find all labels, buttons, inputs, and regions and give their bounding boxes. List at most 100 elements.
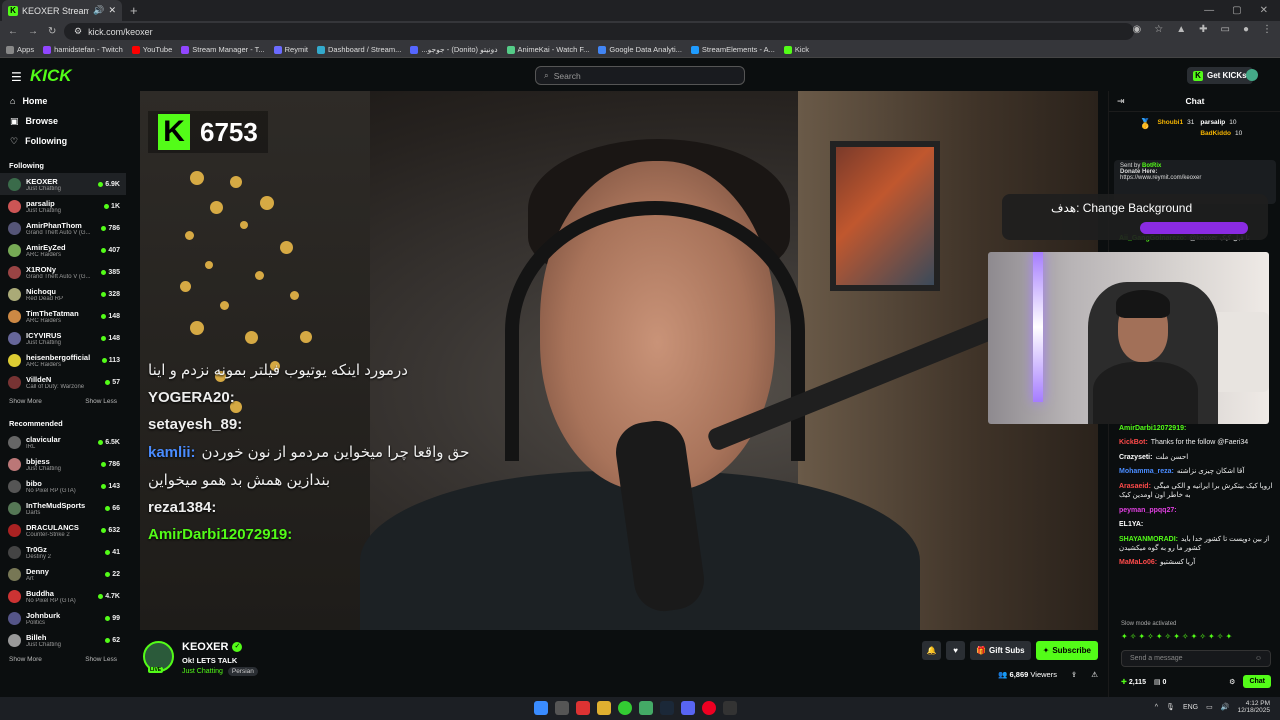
browser-tab[interactable]: K KEOXER Stream - Watch Li 🔊 ✕: [2, 0, 122, 21]
subs-count[interactable]: ▤ 0: [1154, 678, 1166, 686]
chat-username[interactable]: KickBot:: [1119, 439, 1148, 446]
chat-message[interactable]: peyman_ppqq27:: [1119, 506, 1277, 515]
chat-username[interactable]: Crazyseti:: [1119, 454, 1152, 461]
discord-icon[interactable]: [681, 701, 695, 715]
show-less-recommended[interactable]: Show Less: [85, 656, 117, 663]
show-more-following[interactable]: Show More: [9, 398, 42, 405]
channel-item[interactable]: parsalip Just Chatting 1K: [0, 195, 126, 217]
file-explorer-icon[interactable]: [597, 701, 611, 715]
stream-category[interactable]: Just Chatting: [182, 668, 223, 675]
collapse-chat-icon[interactable]: ⇥: [1117, 96, 1125, 107]
kick-logo[interactable]: KICK: [30, 66, 72, 86]
emoji-icon[interactable]: ☺: [1255, 655, 1262, 662]
language-tag[interactable]: Persian: [227, 667, 258, 676]
channel-item[interactable]: Tr0Gz Destiny 2 41: [0, 541, 126, 563]
maximize-icon[interactable]: ▢: [1232, 5, 1241, 16]
chat-username[interactable]: AmirDarbi12072919:: [1119, 425, 1186, 432]
chat-message[interactable]: Crazyseti: احسن ملت: [1119, 453, 1277, 462]
channel-item[interactable]: VilldeN Call of Duty: Warzone 57: [0, 371, 126, 393]
channel-item[interactable]: bbjess Just Chatting 786: [0, 453, 126, 475]
extension-icon[interactable]: ▲: [1176, 24, 1186, 35]
mic-tray-icon[interactable]: 🎙: [1166, 703, 1175, 711]
pen-icon[interactable]: [723, 701, 737, 715]
chat-username[interactable]: SHAYANMORADI:: [1119, 536, 1178, 543]
follow-heart-icon[interactable]: ♥: [946, 641, 966, 660]
tray-arrow-icon[interactable]: ^: [1155, 704, 1158, 711]
channel-item[interactable]: Nichoqu Red Dead RP 328: [0, 283, 126, 305]
bookmark-item[interactable]: StreamElements - A...: [690, 45, 775, 54]
emote-row[interactable]: ✦✧✦✧✦✧✦✧✦✧✦✧✦: [1121, 632, 1234, 641]
minimize-icon[interactable]: —: [1204, 5, 1214, 16]
speaker-icon[interactable]: 🔊: [93, 5, 104, 16]
nav-home[interactable]: ⌂ Home: [0, 91, 126, 111]
chat-message[interactable]: SHAYANMORADI: از بین دوپست تا کشور خدا با…: [1119, 535, 1277, 554]
show-more-recommended[interactable]: Show More: [9, 656, 42, 663]
bookmark-item[interactable]: YouTube: [131, 45, 172, 54]
notification-bell-icon[interactable]: 🔔: [922, 641, 942, 660]
bookmark-item[interactable]: Kick: [783, 45, 809, 54]
chat-message[interactable]: AmirDarbi12072919:: [1119, 424, 1277, 433]
close-tab-icon[interactable]: ✕: [108, 5, 116, 16]
chat-username[interactable]: Arasaeid:: [1119, 483, 1151, 490]
media-player-icon[interactable]: [702, 701, 716, 715]
subscribe-button[interactable]: ✦ Subscribe: [1035, 641, 1098, 660]
channel-item[interactable]: AmirEyZed ARC Raiders 407: [0, 239, 126, 261]
chat-username[interactable]: MaMaLo06:: [1119, 559, 1157, 566]
channel-item[interactable]: ICYVIRUS Just Chatting 148: [0, 327, 126, 349]
gifter-item[interactable]: parsalip 10: [1200, 119, 1242, 130]
puzzle-icon[interactable]: ✚: [1199, 24, 1207, 35]
chat-message[interactable]: EL1YA:: [1119, 520, 1277, 529]
chrome-icon[interactable]: [618, 701, 632, 715]
address-bar[interactable]: ⚙ kick.com/keoxer: [64, 23, 1134, 40]
hamburger-menu-icon[interactable]: ☰: [11, 70, 22, 84]
bookmark-item[interactable]: AnimeKai - Watch F...: [506, 45, 589, 54]
channel-item[interactable]: clavicular IRL 6.5K: [0, 431, 126, 453]
channel-item[interactable]: Buddha No Pixel RP (GTA) 4.7K: [0, 585, 126, 607]
search-taskbar-icon[interactable]: [555, 701, 569, 715]
chat-message[interactable]: Arasaeid: اروپا کیک بیتکرش برا ایرانیه و …: [1119, 482, 1277, 501]
reload-icon[interactable]: ↻: [48, 26, 56, 37]
chat-username[interactable]: EL1YA:: [1119, 521, 1143, 528]
channel-item[interactable]: bibo No Pixel RP (GTA) 143: [0, 475, 126, 497]
gifter-item[interactable]: BadKiddo 10: [1200, 130, 1242, 141]
chat-input[interactable]: Send a message ☺: [1121, 650, 1271, 667]
menu-dots-icon[interactable]: ⋮: [1262, 24, 1272, 35]
channel-item[interactable]: TimTheTatman ARC Raiders 148: [0, 305, 126, 327]
profile-icon[interactable]: ●: [1243, 24, 1249, 35]
gift-subs-button[interactable]: 🎁 Gift Subs: [970, 641, 1031, 660]
channel-item[interactable]: heisenbergofficial ARC Raiders 113: [0, 349, 126, 371]
site-info-icon[interactable]: ⚙: [74, 26, 82, 37]
channel-item[interactable]: AmirPhanThom Grand Theft Auto V (G... 786: [0, 217, 126, 239]
chat-message[interactable]: MaMaLo06: آریا کسشتیو: [1119, 558, 1277, 567]
language-indicator[interactable]: ENG: [1183, 704, 1198, 711]
bookmark-item[interactable]: Google Data Analyti...: [598, 45, 682, 54]
nav-following[interactable]: ♡ Following: [0, 131, 126, 151]
channel-item[interactable]: Billeh Just Chatting 62: [0, 629, 126, 651]
chat-message[interactable]: Mohamma_reza: آقا اشکان چیزی نزاشته: [1119, 467, 1277, 476]
network-icon[interactable]: ▭: [1206, 703, 1213, 711]
back-icon[interactable]: ←: [8, 26, 18, 37]
user-avatar[interactable]: [1246, 69, 1258, 81]
channel-item[interactable]: KEOXER Just Chatting 6.9K: [0, 173, 126, 195]
sidepanel-icon[interactable]: ▭: [1221, 24, 1230, 35]
steam-icon[interactable]: [660, 701, 674, 715]
get-kicks-button[interactable]: K Get KICKs: [1187, 67, 1253, 84]
chat-message[interactable]: KickBot: Thanks for the follow @Faeri34: [1119, 438, 1277, 447]
bookmark-item[interactable]: ...جوجو - (Donito) دونیتو: [410, 45, 498, 54]
channel-item[interactable]: Johnburk Politics 99: [0, 607, 126, 629]
app2-icon[interactable]: [639, 701, 653, 715]
chat-settings-icon[interactable]: ⚙: [1229, 678, 1235, 686]
channel-item[interactable]: X1RONy Grand Theft Auto V (G... 385: [0, 261, 126, 283]
bookmark-item[interactable]: Reymit: [273, 45, 308, 54]
bookmark-item[interactable]: hamidstefan - Twitch: [43, 45, 123, 54]
volume-icon[interactable]: 🔊: [1221, 703, 1230, 711]
channel-points[interactable]: ✚ 2,115: [1121, 678, 1146, 686]
channel-item[interactable]: DRACULANCS Counter-Strike 2 632: [0, 519, 126, 541]
nav-browse[interactable]: ▣ Browse: [0, 111, 126, 131]
share-icon[interactable]: ⇪: [1071, 670, 1077, 679]
video-player[interactable]: K 6753 درمورد اینکه یوتیوب فیلتر بمونه ن…: [140, 91, 1098, 630]
chat-send-button[interactable]: Chat: [1243, 675, 1271, 688]
bookmark-item[interactable]: Stream Manager - T...: [181, 45, 265, 54]
chat-username[interactable]: peyman_ppqq27:: [1119, 507, 1177, 514]
forward-icon[interactable]: →: [28, 26, 38, 37]
